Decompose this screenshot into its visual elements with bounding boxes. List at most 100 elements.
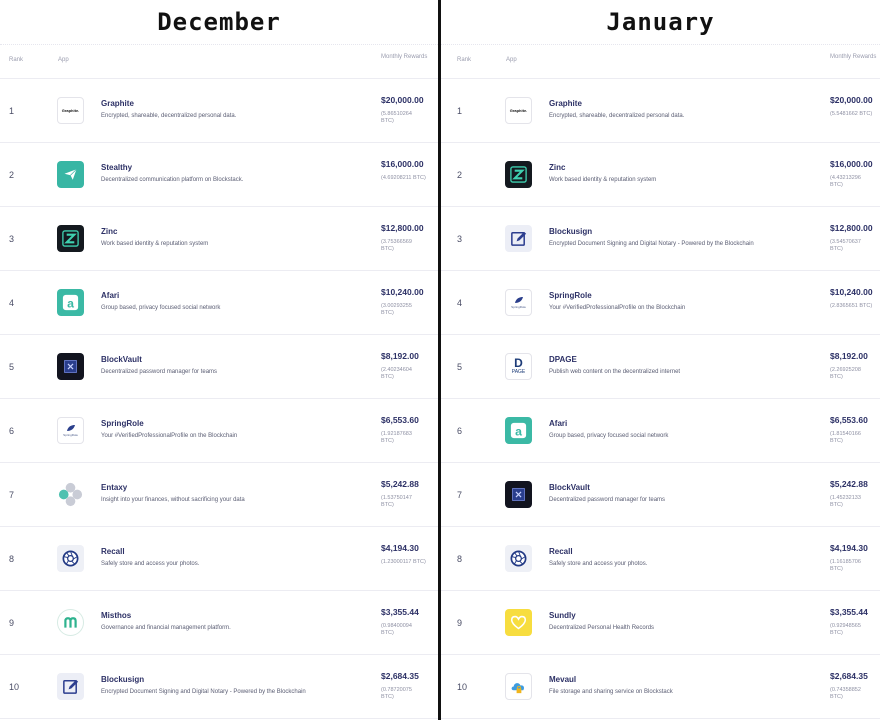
app-description: Safely store and access your photos. <box>549 561 648 567</box>
table-row[interactable]: 10 Blockusign Encrypted Document Signing a… <box>0 655 438 719</box>
reward-btc: (5.5481662 BTC) <box>830 111 873 117</box>
sign-pen-icon <box>505 225 532 252</box>
camera-aperture-icon <box>505 545 532 572</box>
table-row[interactable]: 9 Sundly Decentralized Personal Health Rec… <box>441 591 880 655</box>
app-name[interactable]: SpringRole <box>101 419 144 428</box>
table-row[interactable]: 8 Recall Safely store and access your phot… <box>0 527 438 591</box>
reward-btc: (1.53750147 BTC) <box>381 495 412 508</box>
graphite-wordmark: Graphite. <box>61 108 80 113</box>
reward-usd: $16,000.00 <box>830 159 873 169</box>
table-row[interactable]: 3 Zinc Work based identity & reputation sy… <box>0 207 438 271</box>
app-name[interactable]: BlockVault <box>549 483 590 492</box>
reward-usd: $4,194.30 <box>830 543 868 553</box>
rank-value: 6 <box>9 426 15 436</box>
svg-text:a: a <box>515 424 522 438</box>
january-panel: January Rank App Monthly Rewards 1 Graphi… <box>441 0 880 720</box>
app-name[interactable]: Recall <box>549 547 573 556</box>
rank-value: 10 <box>9 682 20 692</box>
rank-value: 6 <box>457 426 463 436</box>
app-description: Decentralized password manager for teams <box>101 369 218 375</box>
app-name[interactable]: Mevaul <box>549 675 576 684</box>
app-description: Decentralized password manager for teams <box>549 497 666 503</box>
rank-value: 4 <box>457 298 463 308</box>
reward-usd: $5,242.88 <box>830 479 868 489</box>
table-row[interactable]: 6 SpringRole SpringRole Your #VerifiedProfe… <box>0 399 438 463</box>
app-description: Your #VerifiedProfessionalProfile on the… <box>549 305 686 311</box>
cloud-lock-icon <box>505 673 532 700</box>
table-row[interactable]: 4 a Afari Group based, privacy focused soci… <box>0 271 438 335</box>
app-name[interactable]: Sundly <box>549 611 576 620</box>
app-name[interactable]: Blockusign <box>549 227 592 236</box>
reward-usd: $20,000.00 <box>381 95 424 105</box>
app-name[interactable]: Entaxy <box>101 483 127 492</box>
app-name[interactable]: Afari <box>101 291 119 300</box>
january-table-header: Rank App Monthly Rewards <box>441 45 880 79</box>
reward-usd: $4,194.30 <box>381 543 419 553</box>
app-description: Encrypted Document Signing and Digital N… <box>101 689 306 695</box>
reward-btc: (3.00293255 BTC) <box>381 303 412 316</box>
rank-value: 3 <box>9 234 15 244</box>
app-description: Work based identity & reputation system <box>101 241 209 247</box>
rank-value: 1 <box>9 106 15 116</box>
reward-usd: $8,192.00 <box>381 351 419 361</box>
app-name[interactable]: Recall <box>101 547 125 556</box>
table-row[interactable]: 9 Misthos Governance and financial managem… <box>0 591 438 655</box>
reward-btc: (2.8365651 BTC) <box>830 303 873 309</box>
reward-btc: (4.43213296 BTC) <box>830 175 861 188</box>
table-row[interactable]: 7 BlockVault Decentralized password manage… <box>441 463 880 527</box>
reward-btc: (3.75366569 BTC) <box>381 239 412 252</box>
rank-value: 7 <box>9 490 15 500</box>
app-description: Encrypted, shareable, decentralized pers… <box>549 113 685 119</box>
table-row[interactable]: 4 SpringRole SpringRole Your #VerifiedProfe… <box>441 271 880 335</box>
app-name[interactable]: Zinc <box>549 163 565 172</box>
january-rows: 1 Graphite. Graphite Encrypted, shareable, … <box>441 79 880 719</box>
reward-usd: $10,240.00 <box>830 287 873 297</box>
app-column-header: App <box>58 57 69 63</box>
paper-plane-icon <box>57 161 84 188</box>
app-name[interactable]: Afari <box>549 419 567 428</box>
reward-btc: (5.86510264 BTC) <box>381 111 412 124</box>
app-name[interactable]: Graphite <box>549 99 582 108</box>
reward-btc: (1.16185706 BTC) <box>830 559 861 572</box>
reward-btc: (2.40234604 BTC) <box>381 367 412 380</box>
reward-usd: $2,684.35 <box>381 671 419 681</box>
table-row[interactable]: 2 Zinc Work based identity & reputation sy… <box>441 143 880 207</box>
rank-value: 5 <box>457 362 463 372</box>
table-row[interactable]: 1 Graphite. Graphite Encrypted, shareable, … <box>0 79 438 143</box>
app-description: Work based identity & reputation system <box>549 177 657 183</box>
rank-value: 9 <box>9 618 15 628</box>
svg-text:a: a <box>67 296 74 310</box>
app-name[interactable]: Misthos <box>101 611 131 620</box>
reward-btc: (1.92187683 BTC) <box>381 431 412 444</box>
table-row[interactable]: 5 D PAGE DPAGE Publish web content on the de… <box>441 335 880 399</box>
table-row[interactable]: 2 Stealthy Decentralized communication pla… <box>0 143 438 207</box>
table-row[interactable]: 8 Recall Safely store and access your phot… <box>441 527 880 591</box>
app-name[interactable]: Blockusign <box>101 675 144 684</box>
table-row[interactable]: 6 a Afari Group based, privacy focused soci… <box>441 399 880 463</box>
dpage-wordmark: PAGE <box>511 369 526 375</box>
reward-btc: (0.78720075 BTC) <box>381 687 412 700</box>
app-description: File storage and sharing service on Bloc… <box>549 689 673 695</box>
january-title: January <box>441 0 880 45</box>
reward-usd: $3,355.44 <box>381 607 419 617</box>
table-row[interactable]: 10 Mevaul File storage and sharing service… <box>441 655 880 719</box>
app-name[interactable]: Zinc <box>101 227 117 236</box>
table-row[interactable]: 7 Entaxy Insight into your finances, witho… <box>0 463 438 527</box>
app-name[interactable]: DPAGE <box>549 355 577 364</box>
table-row[interactable]: 1 Graphite. Graphite Encrypted, shareable, … <box>441 79 880 143</box>
rank-value: 1 <box>457 106 463 116</box>
table-row[interactable]: 3 Blockusign Encrypted Document Signing an… <box>441 207 880 271</box>
app-name[interactable]: SpringRole <box>549 291 592 300</box>
app-description: Publish web content on the decentralized… <box>549 369 681 375</box>
dpage-logo-icon: D PAGE <box>505 353 532 380</box>
app-name[interactable]: Graphite <box>101 99 134 108</box>
app-name[interactable]: BlockVault <box>101 355 142 364</box>
rewards-column-header: Monthly Rewards <box>381 54 428 60</box>
table-row[interactable]: 5 BlockVault Decentralized password manage… <box>0 335 438 399</box>
app-description: Group based, privacy focused social netw… <box>549 433 669 439</box>
app-description: Encrypted, shareable, decentralized pers… <box>101 113 237 119</box>
rank-value: 5 <box>9 362 15 372</box>
reward-usd: $2,684.35 <box>830 671 868 681</box>
app-description: Insight into your finances, without sacr… <box>101 497 245 503</box>
app-name[interactable]: Stealthy <box>101 163 132 172</box>
